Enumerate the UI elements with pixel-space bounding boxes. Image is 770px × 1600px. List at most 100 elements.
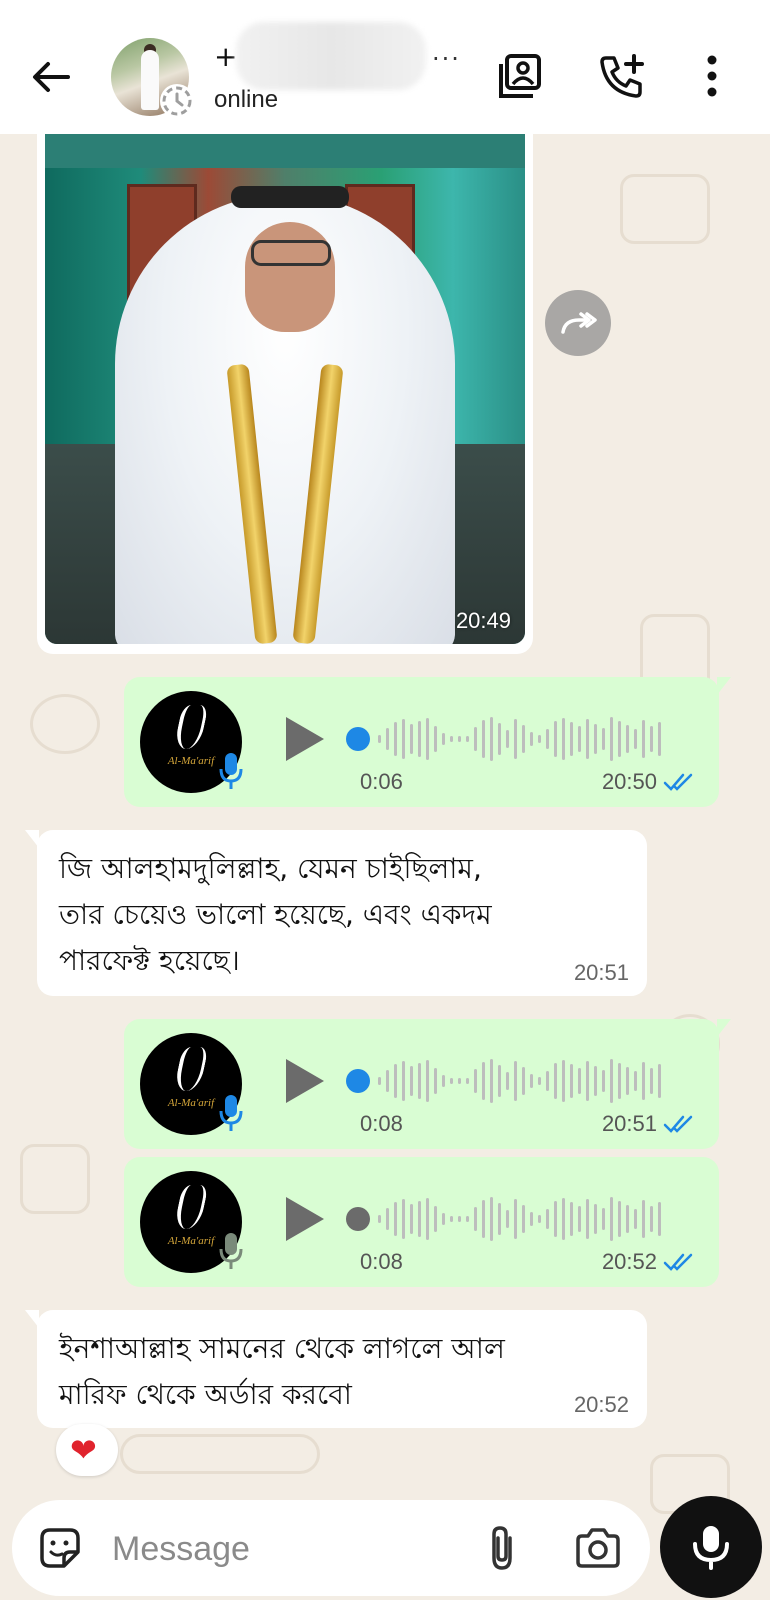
waveform-bar (482, 720, 485, 758)
back-arrow-icon[interactable] (28, 54, 74, 100)
voice-duration: 0:06 (360, 769, 403, 794)
waveform-bar (466, 1078, 469, 1084)
waveform-bar (386, 1070, 389, 1092)
incoming-text-message[interactable]: জি আলহামদুলিল্লাহ, যেমন চাইছিলাম, তার চে… (25, 830, 647, 996)
sticker-icon[interactable] (36, 1524, 84, 1572)
waveform-bar (442, 1213, 445, 1225)
waveform-bar (506, 730, 509, 748)
playback-position-dot[interactable] (346, 1069, 370, 1093)
contact-name[interactable]: + (214, 40, 237, 73)
heart-icon: ❤ (70, 1431, 97, 1469)
message-composer (12, 1500, 650, 1596)
waveform-bar (562, 1060, 565, 1102)
waveform-bar (546, 729, 549, 749)
waveform-bar (490, 717, 493, 761)
waveform-bar (410, 724, 413, 754)
waveform-bar (538, 735, 541, 743)
message-time: 20:51 (573, 960, 629, 985)
status-ring-icon[interactable] (160, 84, 194, 118)
waveform[interactable] (378, 1191, 698, 1247)
waveform-bar (570, 722, 573, 756)
waveform-bar (418, 721, 421, 757)
playback-position-dot[interactable] (346, 727, 370, 751)
waveform-bar (618, 721, 621, 757)
message-time: 20:49 (455, 608, 511, 633)
waveform-bar (594, 724, 597, 754)
waveform-bar (394, 1064, 397, 1098)
waveform-bar (578, 1206, 581, 1232)
waveform-bar (554, 1201, 557, 1237)
waveform-bar (418, 1201, 421, 1237)
waveform-bar (434, 1206, 437, 1232)
waveform-bar (426, 1060, 429, 1102)
gallery-icon[interactable] (497, 52, 545, 100)
waveform-bar (610, 717, 613, 761)
shared-photo[interactable]: 20:49 (45, 134, 525, 644)
playback-position-dot[interactable] (346, 1207, 370, 1231)
waveform-bar (402, 1061, 405, 1101)
play-button[interactable] (286, 1059, 324, 1103)
message-time: 20:51 (601, 1111, 657, 1136)
waveform-bar (458, 1078, 461, 1084)
more-vert-icon[interactable] (688, 52, 736, 100)
forward-icon[interactable] (545, 290, 611, 356)
waveform-bar (474, 727, 477, 751)
message-input[interactable] (112, 1526, 452, 1572)
mic-badge-icon (219, 1233, 243, 1269)
play-button[interactable] (286, 717, 324, 761)
waveform-bar (530, 1074, 533, 1088)
message-reaction[interactable]: ❤ (56, 1424, 118, 1476)
waveform-bar (410, 1204, 413, 1234)
waveform-bar (466, 1216, 469, 1222)
voice-message[interactable]: Al-Ma'arif 0:08 20:52 (124, 1157, 719, 1287)
waveform-bar (402, 1199, 405, 1239)
mic-badge-icon (219, 753, 243, 789)
waveform-bar (378, 1077, 381, 1085)
waveform-bar (522, 1205, 525, 1233)
camera-icon[interactable] (574, 1526, 622, 1570)
waveform-bar (642, 1062, 645, 1100)
contact-name-redaction (236, 22, 426, 90)
waveform-bar (578, 726, 581, 752)
waveform[interactable] (378, 1053, 698, 1109)
record-voice-button[interactable] (660, 1496, 762, 1598)
waveform-bar (458, 1216, 461, 1222)
waveform-bar (506, 1210, 509, 1228)
contact-status: online (214, 86, 279, 113)
message-text: ইনশাআল্লাহ সামনের থেকে লাগলে আল মারিফ থে… (59, 1332, 505, 1411)
waveform-bar (602, 1070, 605, 1092)
waveform-bar (618, 1201, 621, 1237)
attach-icon[interactable] (482, 1524, 522, 1572)
read-ticks-icon (663, 1253, 693, 1271)
voice-message[interactable]: Al-Ma'arif 0:08 20:51 (124, 1019, 731, 1149)
waveform-bar (634, 729, 637, 749)
waveform-bar (554, 721, 557, 757)
waveform-bar (426, 1198, 429, 1240)
waveform-bar (538, 1215, 541, 1223)
waveform-bar (658, 722, 661, 756)
waveform[interactable] (378, 711, 698, 767)
waveform-bar (474, 1207, 477, 1231)
waveform-bar (562, 1198, 565, 1240)
mic-icon (693, 1526, 729, 1570)
waveform-bar (498, 723, 501, 755)
waveform-bar (418, 1063, 421, 1099)
waveform-bar (434, 1068, 437, 1094)
waveform-bar (530, 1212, 533, 1226)
waveform-bar (378, 1215, 381, 1223)
incoming-text-message[interactable]: ইনশাআল্লাহ সামনের থেকে লাগলে আল মারিফ থে… (25, 1310, 647, 1428)
play-button[interactable] (286, 1197, 324, 1241)
waveform-bar (594, 1204, 597, 1234)
add-call-icon[interactable] (598, 52, 646, 100)
image-message[interactable]: 20:49 (37, 134, 533, 654)
waveform-bar (618, 1063, 621, 1099)
waveform-bar (442, 733, 445, 745)
waveform-bar (610, 1059, 613, 1103)
waveform-bar (410, 1066, 413, 1096)
waveform-bar (586, 719, 589, 759)
waveform-bar (578, 1068, 581, 1094)
waveform-bar (442, 1075, 445, 1087)
message-time: 20:52 (573, 1392, 629, 1417)
waveform-bar (562, 718, 565, 760)
voice-message[interactable]: Al-Ma'arif 0:06 20:50 (124, 677, 731, 807)
